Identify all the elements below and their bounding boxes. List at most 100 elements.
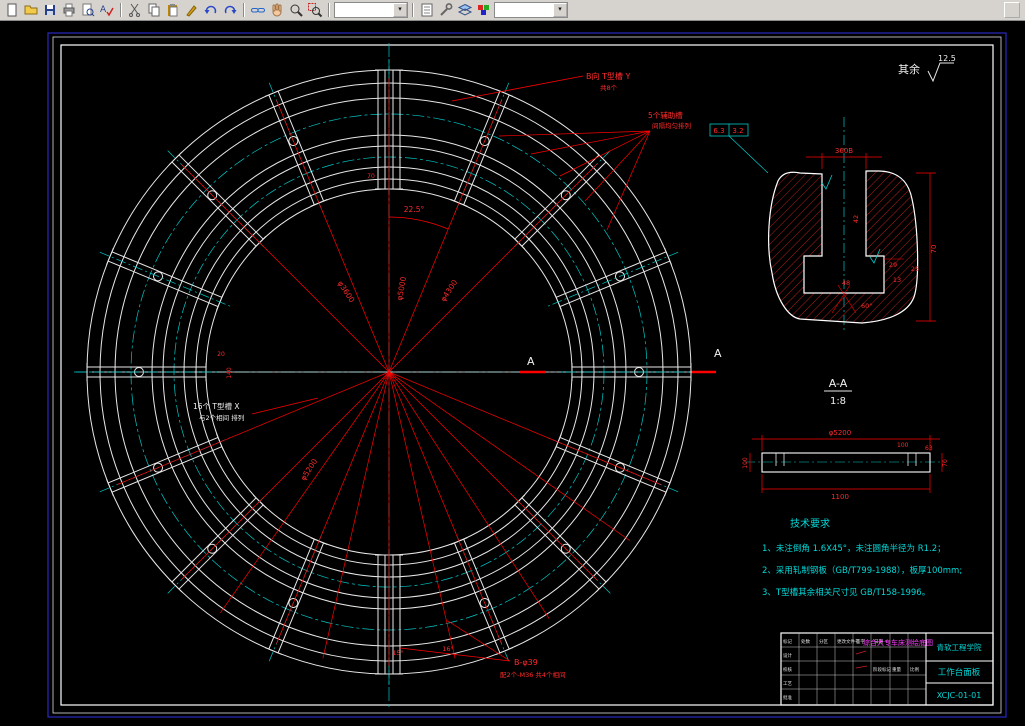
- section-dim-dia: φ5200: [829, 429, 851, 437]
- spec-box-value-1: 6.3: [713, 127, 724, 135]
- detail-dim-right: 70: [930, 245, 938, 254]
- zoom-icon: [290, 4, 303, 17]
- toolbar: A ▾ ▾: [0, 0, 1025, 21]
- detail-dim-angle: 60°: [861, 302, 873, 310]
- cell-process: 工艺: [783, 681, 792, 687]
- detail-dim-42: 42: [852, 215, 860, 223]
- roughness-value: 12.5: [938, 54, 956, 63]
- spell-check-icon: A: [100, 5, 114, 17]
- open-file-button[interactable]: [22, 2, 40, 18]
- cell-check: 校核: [783, 666, 792, 673]
- undo-button[interactable]: [202, 2, 220, 18]
- title-block-company: 青软工程学院: [937, 642, 982, 652]
- save-icon: [45, 5, 55, 15]
- zoom-button[interactable]: [287, 2, 305, 18]
- tech-req-item-1: 1、未注倒角 1.6X45°，未注圆角半径为 R1.2；: [762, 543, 946, 554]
- detail-dim-13: 13: [893, 276, 901, 284]
- pan-hand-icon: [272, 3, 282, 17]
- style-combobox[interactable]: ▾: [494, 2, 568, 18]
- tools-button[interactable]: [437, 2, 455, 18]
- dim-slot-140: 140: [226, 367, 233, 379]
- tech-req-item-3: 3、T型槽其余相关尺寸见 GB/T158-1996。: [762, 587, 930, 598]
- section-scale: 1:8: [830, 396, 846, 407]
- color-control-button[interactable]: [475, 2, 493, 18]
- detail-dim-29: 29: [889, 261, 897, 269]
- layers-icon: [457, 3, 473, 16]
- print-preview-button[interactable]: [79, 2, 97, 18]
- undo-icon: [204, 5, 217, 14]
- dim-angle-16: 16°: [442, 645, 454, 653]
- dim-slot-20: 20: [217, 351, 225, 358]
- wrench-icon: [440, 3, 453, 16]
- toolbar-separator: [328, 3, 330, 17]
- print-preview-icon: [82, 3, 95, 17]
- detail-dim-48: 48: [842, 279, 850, 287]
- paste-button[interactable]: [164, 2, 182, 18]
- callout-holes-sub: 配2个-M36 共4个相间: [500, 670, 566, 679]
- cad-window: A ▾ ▾ φ3600 φ5000 φ4300 φ5200 22.5° 15° …: [0, 0, 1025, 726]
- chevron-down-icon: ▾: [553, 3, 567, 17]
- section-label-a-left: A: [527, 355, 535, 368]
- hyperlink-icon: [251, 8, 265, 13]
- title-block-part-name: 工作台面板: [938, 667, 981, 678]
- zoom-window-button[interactable]: [306, 2, 324, 18]
- match-properties-button[interactable]: [183, 2, 201, 18]
- layers-button[interactable]: [456, 2, 474, 18]
- tech-req-item-2: 2、采用轧制钢板（GB/T799-1988），板厚100mm;: [762, 565, 962, 576]
- cell-design: 设计: [783, 652, 792, 659]
- cell-stage: 阶段标记: [873, 666, 891, 673]
- detail-dim-25: 25: [911, 265, 919, 273]
- title-block-project: 综合大专车床测绘底图: [863, 638, 933, 647]
- redo-icon: [224, 5, 237, 14]
- pan-button[interactable]: [268, 2, 286, 18]
- cell-approve: 批准: [783, 694, 792, 701]
- cut-button[interactable]: [126, 2, 144, 18]
- app-button[interactable]: [1004, 2, 1020, 18]
- detail-dim-top: 360B: [835, 147, 853, 155]
- new-file-button[interactable]: [3, 2, 21, 18]
- drawing-canvas[interactable]: φ3600 φ5000 φ4300 φ5200 22.5° 15° 16° 70…: [0, 21, 1025, 726]
- paste-icon: [168, 4, 178, 17]
- section-dim-100: 100: [897, 442, 909, 449]
- save-button[interactable]: [41, 2, 59, 18]
- zoom-window-icon: [308, 3, 323, 18]
- svg-text:A: A: [100, 5, 107, 15]
- roughness-label: 其余: [898, 62, 920, 76]
- callout-slots-x-sub: 与2个相间 排列: [199, 413, 244, 422]
- print-button[interactable]: [60, 2, 78, 18]
- callout-slot-y: B向 T型槽 Y: [586, 71, 630, 81]
- toolbar-separator: [120, 3, 122, 17]
- redo-button[interactable]: [221, 2, 239, 18]
- cut-icon: [129, 3, 140, 17]
- callout-holes: B-φ39: [514, 658, 538, 667]
- callout-aux: 5个辅助槽: [648, 110, 683, 120]
- open-folder-icon: [24, 5, 38, 15]
- dim-angle-225: 22.5°: [404, 205, 425, 214]
- callout-slots-x: 16个 T型槽 X: [193, 401, 240, 411]
- dim-slot-width: 70: [367, 173, 375, 180]
- section-dim-hright: 70: [942, 459, 949, 467]
- brush-icon: [186, 5, 197, 17]
- properties-button[interactable]: [418, 2, 436, 18]
- toolbar-separator: [243, 3, 245, 17]
- section-dim-len: 1100: [831, 493, 849, 501]
- properties-icon: [421, 3, 433, 17]
- cell-scale: 比例: [910, 666, 919, 673]
- cell-zone: 分区: [819, 638, 828, 645]
- spell-check-button[interactable]: A: [98, 2, 116, 18]
- chevron-down-icon: ▾: [393, 3, 407, 17]
- insert-hyperlink-button[interactable]: [249, 2, 267, 18]
- callout-aux-sub: 间隔均匀排列: [652, 121, 691, 130]
- drawing-svg: φ3600 φ5000 φ4300 φ5200 22.5° 15° 16° 70…: [0, 21, 1025, 726]
- section-dim-63: 63: [925, 445, 933, 452]
- copy-button[interactable]: [145, 2, 163, 18]
- callout-slot-y-sub: 共8个: [600, 83, 618, 92]
- section-title: A-A: [829, 377, 848, 390]
- copy-icon: [148, 3, 160, 17]
- section-label-a-right: A: [714, 347, 722, 360]
- layer-combobox[interactable]: ▾: [334, 2, 408, 18]
- cell-count: 处数: [801, 638, 810, 645]
- new-file-icon: [7, 3, 17, 17]
- title-block-drawing-no: XCJC-01-01: [937, 691, 982, 700]
- cell-mark: 标记: [783, 638, 792, 645]
